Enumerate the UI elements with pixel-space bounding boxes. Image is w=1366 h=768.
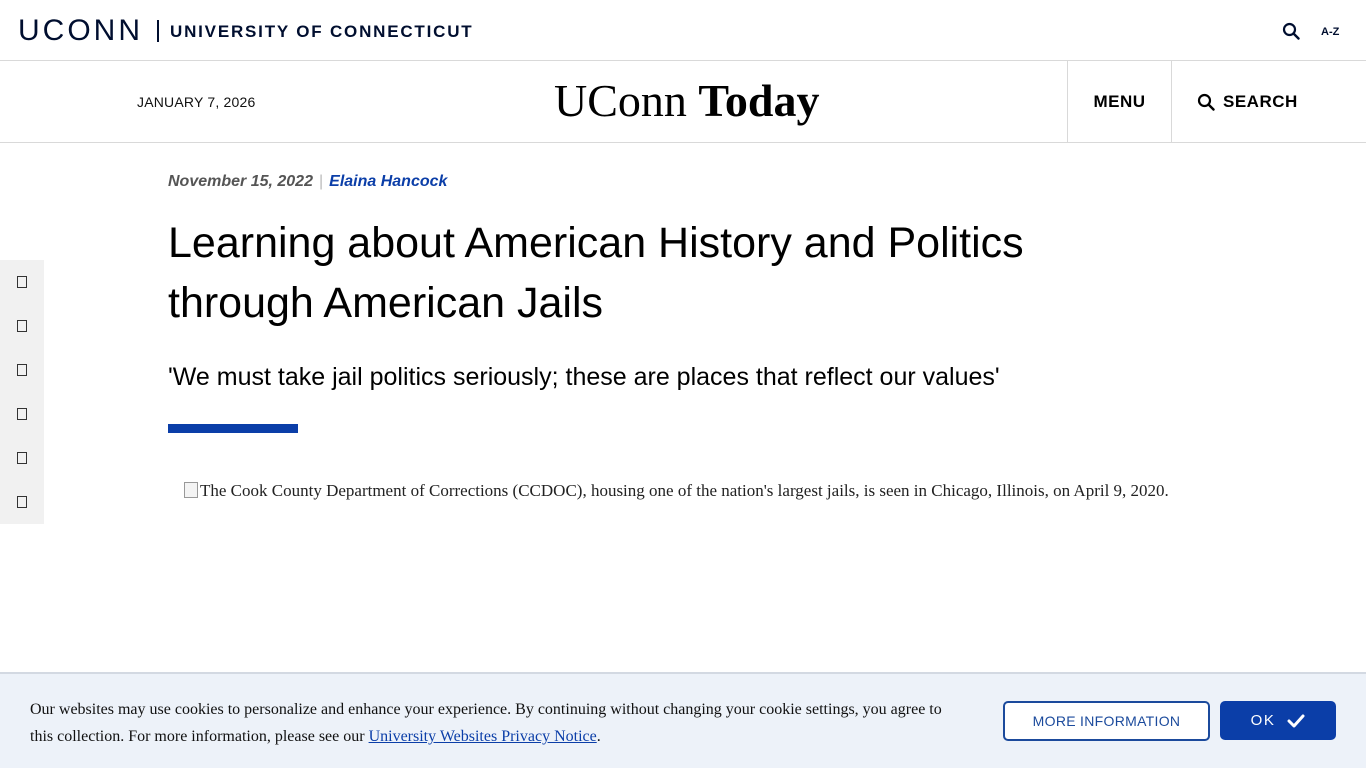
cookie-banner: Our websites may use cookies to personal… (0, 672, 1366, 768)
a-z-link[interactable]: A-Z (1321, 26, 1339, 38)
university-name[interactable]: UNIVERSITY OF CONNECTICUT (170, 22, 473, 42)
image-alt-text: The Cook County Department of Correction… (200, 481, 1169, 500)
article-headline: Learning about American History and Poli… (168, 213, 1128, 333)
site-header: JANUARY 7, 2026 UConn Today MENU SEARCH (0, 61, 1366, 143)
cookie-message-end: . (596, 728, 601, 745)
share-icon-3[interactable] (0, 348, 44, 392)
headline-line-2: through American Jails (168, 279, 603, 327)
university-bar: UCONN UNIVERSITY OF CONNECTICUT A-Z (0, 0, 1366, 61)
broken-image-icon (184, 482, 198, 498)
search-button[interactable]: SEARCH (1172, 61, 1366, 143)
logo-divider (157, 20, 159, 42)
site-title-today: Today (698, 75, 820, 126)
headline-line-1: Learning about American History and Poli… (168, 219, 1024, 267)
share-sidebar (0, 260, 44, 524)
article-subhead: 'We must take jail politics seriously; t… (168, 363, 1000, 391)
checkmark-icon (1287, 714, 1305, 727)
article-meta: November 15, 2022 | Elaina Hancock (168, 173, 447, 191)
author-link[interactable]: Elaina Hancock (329, 173, 447, 190)
more-information-label: MORE INFORMATION (1032, 713, 1181, 729)
current-date: JANUARY 7, 2026 (137, 94, 256, 110)
meta-separator: | (318, 173, 324, 190)
share-icon-5[interactable] (0, 436, 44, 480)
share-icon-2[interactable] (0, 304, 44, 348)
ok-label: OK (1250, 712, 1276, 729)
search-icon (1197, 93, 1215, 111)
more-information-button[interactable]: MORE INFORMATION (1003, 701, 1210, 741)
uconn-logo[interactable]: UCONN (18, 15, 143, 47)
accent-bar (168, 424, 298, 433)
ok-button[interactable]: OK (1220, 701, 1336, 740)
search-label: SEARCH (1223, 92, 1298, 111)
site-title[interactable]: UConn Today (554, 75, 819, 127)
article-date: November 15, 2022 (168, 173, 313, 190)
site-title-uconn: UConn (554, 75, 687, 126)
menu-label: MENU (1093, 92, 1146, 111)
share-icon-4[interactable] (0, 392, 44, 436)
share-icon-1[interactable] (0, 260, 44, 304)
privacy-notice-link[interactable]: University Websites Privacy Notice (369, 728, 597, 745)
share-icon-6[interactable] (0, 480, 44, 524)
search-icon[interactable] (1282, 22, 1302, 42)
menu-button[interactable]: MENU (1067, 61, 1172, 143)
cookie-text: Our websites may use cookies to personal… (30, 696, 960, 750)
article-image: The Cook County Department of Correction… (184, 478, 1194, 504)
